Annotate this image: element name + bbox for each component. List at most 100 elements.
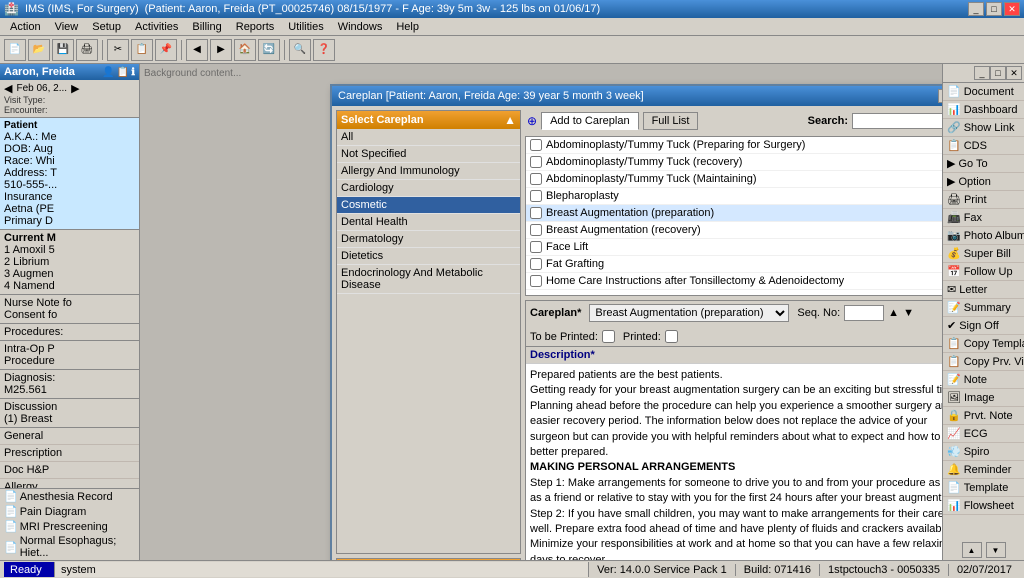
- item-checkbox-4[interactable]: [530, 190, 542, 202]
- right-document[interactable]: 📄 Document: [943, 83, 1024, 101]
- right-scroll-up[interactable]: ▲: [962, 542, 982, 558]
- modal-help-button[interactable]: ?: [938, 89, 942, 103]
- right-fax[interactable]: 📠 Fax: [943, 209, 1024, 227]
- careplan-cat-dietetics[interactable]: Dietetics: [337, 248, 520, 265]
- item-checkbox-9[interactable]: [530, 275, 542, 287]
- sidebar-icon-3[interactable]: ℹ: [131, 67, 135, 78]
- item-home-care[interactable]: Home Care Instructions after Tonsillecto…: [526, 273, 942, 290]
- sidebar-item-prescription[interactable]: Prescription: [0, 445, 139, 462]
- right-option[interactable]: ▶ Option: [943, 173, 1024, 191]
- right-dashboard[interactable]: 📊 Dashboard: [943, 101, 1024, 119]
- menu-reports[interactable]: Reports: [230, 20, 281, 34]
- right-image[interactable]: 🖼 Image: [943, 389, 1024, 407]
- printed-checkbox[interactable]: [665, 330, 678, 343]
- right-summary[interactable]: 📝 Summary: [943, 299, 1024, 317]
- right-copy-prv-visit[interactable]: 📋 Copy Prv. Visit: [943, 353, 1024, 371]
- right-scroll-down[interactable]: ▼: [986, 542, 1006, 558]
- toolbar-search[interactable]: 🔍: [289, 39, 311, 61]
- to-be-printed-checkbox[interactable]: [602, 330, 615, 343]
- careplan-cat-all[interactable]: All: [337, 129, 520, 146]
- right-letter[interactable]: ✉ Letter: [943, 281, 1024, 299]
- toolbar-home[interactable]: 🏠: [234, 39, 256, 61]
- item-abdominoplasty-prep[interactable]: Abdominoplasty/Tummy Tuck (Preparing for…: [526, 137, 942, 154]
- toolbar-open[interactable]: 📂: [28, 39, 50, 61]
- item-checkbox-3[interactable]: [530, 173, 542, 185]
- menu-windows[interactable]: Windows: [332, 20, 389, 34]
- toolbar-paste[interactable]: 📌: [155, 39, 177, 61]
- menu-setup[interactable]: Setup: [86, 20, 127, 34]
- item-checkbox-6[interactable]: [530, 224, 542, 236]
- right-sidebar-maximize[interactable]: □: [990, 66, 1006, 80]
- right-ecg[interactable]: 📈 ECG: [943, 425, 1024, 443]
- toolbar-back[interactable]: ◀: [186, 39, 208, 61]
- search-input[interactable]: [852, 113, 942, 129]
- sidebar-item-general[interactable]: General: [0, 428, 139, 445]
- item-checkbox-5[interactable]: [530, 207, 542, 219]
- toolbar-new[interactable]: 📄: [4, 39, 26, 61]
- sidebar-mri[interactable]: 📄MRI Prescreening: [0, 519, 139, 534]
- sidebar-anesthesia-record[interactable]: 📄Anesthesia Record: [0, 489, 139, 504]
- careplan-cat-not-specified[interactable]: Not Specified: [337, 146, 520, 163]
- menu-action[interactable]: Action: [4, 20, 47, 34]
- toolbar-forward[interactable]: ▶: [210, 39, 232, 61]
- right-flowsheet[interactable]: 📊 Flowsheet: [943, 497, 1024, 515]
- item-checkbox-1[interactable]: [530, 139, 542, 151]
- sidebar-pain-diagram[interactable]: 📄Pain Diagram: [0, 504, 139, 519]
- careplan-cat-dermatology[interactable]: Dermatology: [337, 231, 520, 248]
- right-photo-album[interactable]: 📷 Photo Album: [943, 227, 1024, 245]
- menu-help[interactable]: Help: [390, 20, 425, 34]
- right-copy-template[interactable]: 📋 Copy Template: [943, 335, 1024, 353]
- seq-no-input[interactable]: [844, 305, 884, 321]
- careplan-cat-cardiology[interactable]: Cardiology: [337, 180, 520, 197]
- item-breast-aug-recovery[interactable]: Breast Augmentation (recovery): [526, 222, 942, 239]
- maximize-button[interactable]: □: [986, 2, 1002, 16]
- seq-no-up[interactable]: ▲: [888, 307, 899, 319]
- toolbar-save[interactable]: 💾: [52, 39, 74, 61]
- right-cds[interactable]: 📋 CDS: [943, 137, 1024, 155]
- sidebar-item-allergy[interactable]: Allergy: [0, 479, 139, 488]
- toolbar-refresh[interactable]: 🔄: [258, 39, 280, 61]
- tab-full-list[interactable]: Full List: [643, 112, 699, 130]
- right-super-bill[interactable]: 💰 Super Bill: [943, 245, 1024, 263]
- careplan-cat-cosmetic[interactable]: Cosmetic: [337, 197, 520, 214]
- sidebar-normal-esophagus[interactable]: 📄Normal Esophagus; Hiet...: [0, 534, 139, 560]
- close-button[interactable]: ✕: [1004, 2, 1020, 16]
- item-face-lift[interactable]: Face Lift: [526, 239, 942, 256]
- tab-add-to-careplan[interactable]: Add to Careplan: [541, 112, 639, 130]
- right-template[interactable]: 📄 Template: [943, 479, 1024, 497]
- toolbar-cut[interactable]: ✂: [107, 39, 129, 61]
- right-follow-up[interactable]: 📅 Follow Up: [943, 263, 1024, 281]
- select-careplan-scroll-up[interactable]: ▲: [504, 113, 516, 127]
- right-print[interactable]: 🖨 Print: [943, 191, 1024, 209]
- toolbar-copy[interactable]: 📋: [131, 39, 153, 61]
- right-sidebar-close[interactable]: ✕: [1006, 66, 1022, 80]
- right-note[interactable]: 📝 Note: [943, 371, 1024, 389]
- menu-view[interactable]: View: [49, 20, 85, 34]
- toolbar-print[interactable]: 🖨: [76, 39, 98, 61]
- careplan-cat-dental[interactable]: Dental Health: [337, 214, 520, 231]
- item-abdominoplasty-maintaining[interactable]: Abdominoplasty/Tummy Tuck (Maintaining): [526, 171, 942, 188]
- item-abdominoplasty-recovery[interactable]: Abdominoplasty/Tummy Tuck (recovery): [526, 154, 942, 171]
- item-fat-grafting[interactable]: Fat Grafting: [526, 256, 942, 273]
- careplan-cat-endocrinology[interactable]: Endocrinology And Metabolic Disease: [337, 265, 520, 294]
- right-sidebar-minimize[interactable]: _: [974, 66, 990, 80]
- item-checkbox-2[interactable]: [530, 156, 542, 168]
- minimize-button[interactable]: _: [968, 2, 984, 16]
- right-sign-off[interactable]: ✔ Sign Off: [943, 317, 1024, 335]
- careplan-select[interactable]: Breast Augmentation (preparation): [589, 304, 789, 322]
- sidebar-icon-1[interactable]: 👤: [102, 67, 114, 78]
- menu-utilities[interactable]: Utilities: [282, 20, 329, 34]
- item-blepharoplasty[interactable]: Blepharoplasty: [526, 188, 942, 205]
- menu-billing[interactable]: Billing: [186, 20, 227, 34]
- menu-activities[interactable]: Activities: [129, 20, 184, 34]
- careplan-cat-allergy[interactable]: Allergy And Immunology: [337, 163, 520, 180]
- sidebar-item-dochp[interactable]: Doc H&P: [0, 462, 139, 479]
- right-reminder[interactable]: 🔔 Reminder: [943, 461, 1024, 479]
- right-goto[interactable]: ▶ Go To: [943, 155, 1024, 173]
- item-breast-aug-prep[interactable]: Breast Augmentation (preparation): [526, 205, 942, 222]
- item-checkbox-7[interactable]: [530, 241, 542, 253]
- sidebar-icon-2[interactable]: 📋: [117, 67, 129, 78]
- right-spiro[interactable]: 💨 Spiro: [943, 443, 1024, 461]
- toolbar-help[interactable]: ❓: [313, 39, 335, 61]
- right-prvt-note[interactable]: 🔒 Prvt. Note: [943, 407, 1024, 425]
